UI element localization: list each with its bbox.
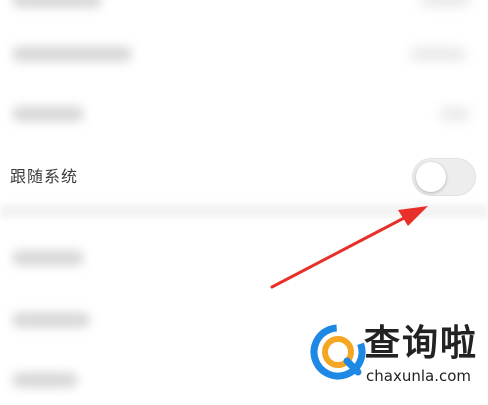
follow-system-toggle[interactable] [412, 158, 476, 196]
blurred-setting-value [440, 108, 470, 120]
blurred-setting-label [12, 372, 78, 388]
blurred-setting-row[interactable] [0, 238, 488, 278]
blurred-setting-label [12, 0, 102, 8]
blurred-setting-value [420, 0, 470, 6]
blurred-setting-row[interactable] [0, 34, 488, 74]
blurred-setting-value [410, 48, 466, 60]
toggle-knob [416, 162, 446, 192]
blurred-setting-label [12, 106, 84, 122]
section-divider [0, 204, 488, 218]
watermark-domain: chaxunla.com [366, 367, 471, 385]
blurred-setting-label [12, 46, 132, 62]
watermark: 查询啦 chaxunla.com [300, 318, 488, 405]
blurred-setting-label [12, 312, 90, 328]
follow-system-label: 跟随系统 [10, 167, 79, 186]
chaxunla-logo-icon [310, 324, 366, 380]
blurred-setting-row[interactable] [0, 96, 488, 136]
blurred-setting-label [12, 250, 84, 266]
blurred-setting-row[interactable] [0, 0, 488, 26]
watermark-title: 查询啦 [364, 323, 479, 364]
